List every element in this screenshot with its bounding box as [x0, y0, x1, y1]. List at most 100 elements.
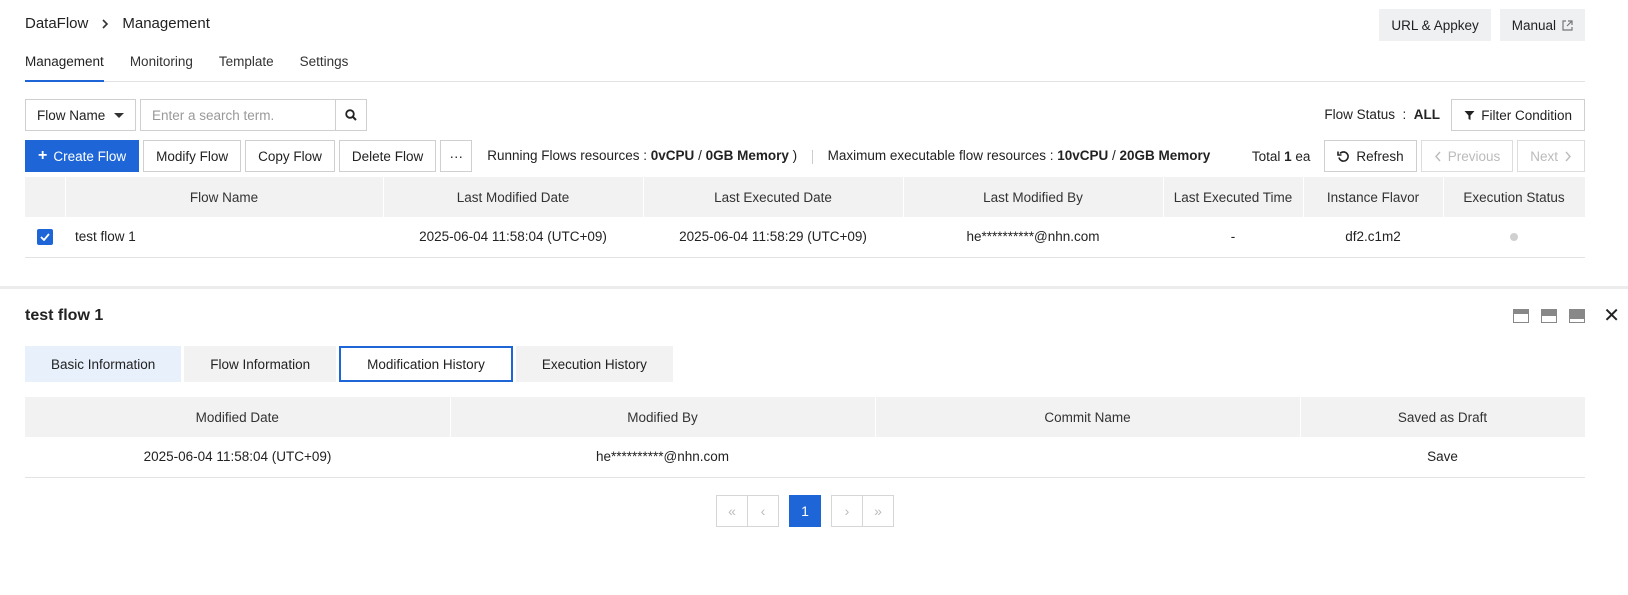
search-input[interactable]: [140, 99, 336, 131]
flow-table-header: Flow Name Last Modified Date Last Execut…: [25, 177, 1586, 217]
create-flow-button[interactable]: + Create Flow: [25, 140, 140, 172]
row-checkbox[interactable]: [37, 228, 53, 245]
search-row: Flow Name Flow Status : ALL Filter Condi…: [25, 99, 1585, 131]
page-number-button[interactable]: 1: [789, 495, 821, 527]
column-header[interactable]: Last Executed Date: [643, 177, 904, 217]
chevron-right-icon: [102, 18, 109, 29]
total-count-value: 1: [1284, 148, 1292, 164]
commit-name-cell: [875, 437, 1300, 478]
flow-table: Flow Name Last Modified Date Last Execut…: [25, 177, 1586, 258]
filter-condition-label: Filter Condition: [1481, 107, 1572, 123]
running-close-paren: ): [788, 148, 798, 164]
max-slash: /: [1108, 148, 1120, 164]
running-resources-label: Running Flows resources :: [487, 148, 651, 164]
filter-icon: [1464, 110, 1475, 120]
tab-settings[interactable]: Settings: [300, 46, 349, 81]
toolbar: + Create Flow Modify Flow Copy Flow Dele…: [25, 140, 1585, 172]
running-slash: /: [694, 148, 706, 164]
refresh-button[interactable]: Refresh: [1324, 140, 1417, 172]
refresh-icon: [1337, 150, 1350, 162]
double-chevron-left-icon: «: [728, 503, 736, 519]
first-page-button[interactable]: «: [716, 495, 748, 527]
layout-half-icon[interactable]: [1541, 309, 1558, 323]
table-row[interactable]: test flow 1 2025-06-04 11:58:04 (UTC+09)…: [25, 217, 1585, 258]
flow-name-cell[interactable]: test flow 1: [65, 217, 383, 258]
instance-flavor-cell: df2.c1m2: [1303, 217, 1443, 258]
resource-info: Running Flows resources : 0vCPU / 0GB Me…: [487, 148, 1211, 164]
select-all-header[interactable]: [25, 177, 66, 217]
delete-flow-button[interactable]: Delete Flow: [338, 140, 437, 172]
max-memory-value: 20GB Memory: [1119, 148, 1211, 164]
total-suffix: ea: [1291, 148, 1311, 164]
column-header[interactable]: Instance Flavor: [1303, 177, 1444, 217]
previous-button[interactable]: Previous: [1420, 140, 1514, 172]
detail-title: test flow 1: [25, 307, 104, 324]
last-executed-time-cell: -: [1163, 217, 1303, 258]
manual-button[interactable]: Manual: [1499, 9, 1585, 41]
status-dot-icon: [1510, 233, 1518, 242]
row-checkbox-cell[interactable]: [25, 217, 65, 258]
search-field-select[interactable]: Flow Name: [25, 99, 136, 131]
total-count: Total 1 ea: [1252, 149, 1311, 164]
saved-as-draft-cell: Save: [1300, 437, 1585, 478]
modify-flow-button[interactable]: Modify Flow: [143, 140, 242, 172]
modified-date-cell: 2025-06-04 11:58:04 (UTC+09): [25, 437, 450, 478]
table-row[interactable]: 2025-06-04 11:58:04 (UTC+09) he*********…: [25, 437, 1585, 478]
search-field-select-value: Flow Name: [37, 107, 106, 123]
tab-basic-information[interactable]: Basic Information: [25, 346, 182, 382]
column-header: Modified Date: [25, 397, 451, 437]
tab-execution-history[interactable]: Execution History: [515, 346, 673, 382]
breadcrumb-current: Management: [122, 15, 210, 32]
filter-condition-button[interactable]: Filter Condition: [1451, 99, 1585, 131]
copy-flow-button[interactable]: Copy Flow: [245, 140, 335, 172]
chevron-left-icon: ‹: [760, 503, 766, 519]
breadcrumb-root[interactable]: DataFlow: [25, 15, 88, 32]
plus-icon: +: [38, 147, 48, 164]
chevron-right-icon: ›: [844, 503, 850, 519]
breadcrumb: DataFlow Management: [25, 15, 210, 32]
flow-status-value: ALL: [1413, 107, 1440, 122]
search-button[interactable]: [335, 99, 367, 131]
tab-template[interactable]: Template: [219, 46, 274, 81]
prev-page-button[interactable]: ‹: [747, 495, 779, 527]
chevron-right-icon: [1565, 151, 1571, 161]
tab-monitoring[interactable]: Monitoring: [130, 46, 193, 81]
tab-modification-history[interactable]: Modification History: [339, 346, 513, 382]
history-table-header: Modified Date Modified By Commit Name Sa…: [25, 397, 1586, 437]
detail-panel: test flow 1 ✕ Basic Information Flow Inf…: [0, 289, 1628, 595]
last-modified-by-cell: he**********@nhn.com: [903, 217, 1163, 258]
modified-by-cell: he**********@nhn.com: [450, 437, 875, 478]
last-modified-date-cell: 2025-06-04 11:58:04 (UTC+09): [383, 217, 643, 258]
pagination: « ‹ 1 › »: [716, 495, 894, 527]
tab-flow-information[interactable]: Flow Information: [184, 346, 337, 382]
column-header[interactable]: Flow Name: [65, 177, 384, 217]
column-header[interactable]: Last Executed Time: [1163, 177, 1304, 217]
caret-down-icon: [114, 112, 124, 118]
layout-top-icon[interactable]: [1513, 309, 1530, 323]
running-memory-value: 0GB Memory: [705, 148, 789, 164]
create-flow-label: Create Flow: [53, 148, 127, 164]
layout-full-icon[interactable]: [1569, 309, 1586, 323]
url-appkey-button[interactable]: URL & Appkey: [1379, 9, 1491, 41]
total-prefix: Total: [1251, 148, 1285, 164]
double-chevron-right-icon: »: [874, 503, 882, 519]
next-button[interactable]: Next: [1517, 140, 1585, 172]
column-header[interactable]: Execution Status: [1443, 177, 1586, 217]
tab-management[interactable]: Management: [25, 46, 104, 82]
max-resources-label: Maximum executable flow resources :: [827, 148, 1058, 164]
toolbar-right: Total 1 ea Refresh Previous Next: [1252, 140, 1585, 172]
close-icon[interactable]: ✕: [1603, 306, 1620, 326]
search-icon: [345, 109, 357, 121]
next-page-button[interactable]: ›: [831, 495, 863, 527]
manual-label: Manual: [1511, 17, 1556, 33]
column-header[interactable]: Last Modified By: [903, 177, 1164, 217]
detail-tabs: Basic Information Flow Information Modif…: [25, 346, 673, 382]
max-cpu-value: 10vCPU: [1057, 148, 1109, 164]
last-page-button[interactable]: »: [862, 495, 894, 527]
execution-status-cell: [1443, 217, 1585, 258]
header-buttons: URL & Appkey Manual: [1379, 9, 1585, 41]
more-options-button[interactable]: ···: [440, 140, 473, 172]
column-header[interactable]: Last Modified Date: [383, 177, 644, 217]
flow-status-label: Flow Status: [1324, 107, 1395, 122]
column-header: Modified By: [450, 397, 876, 437]
